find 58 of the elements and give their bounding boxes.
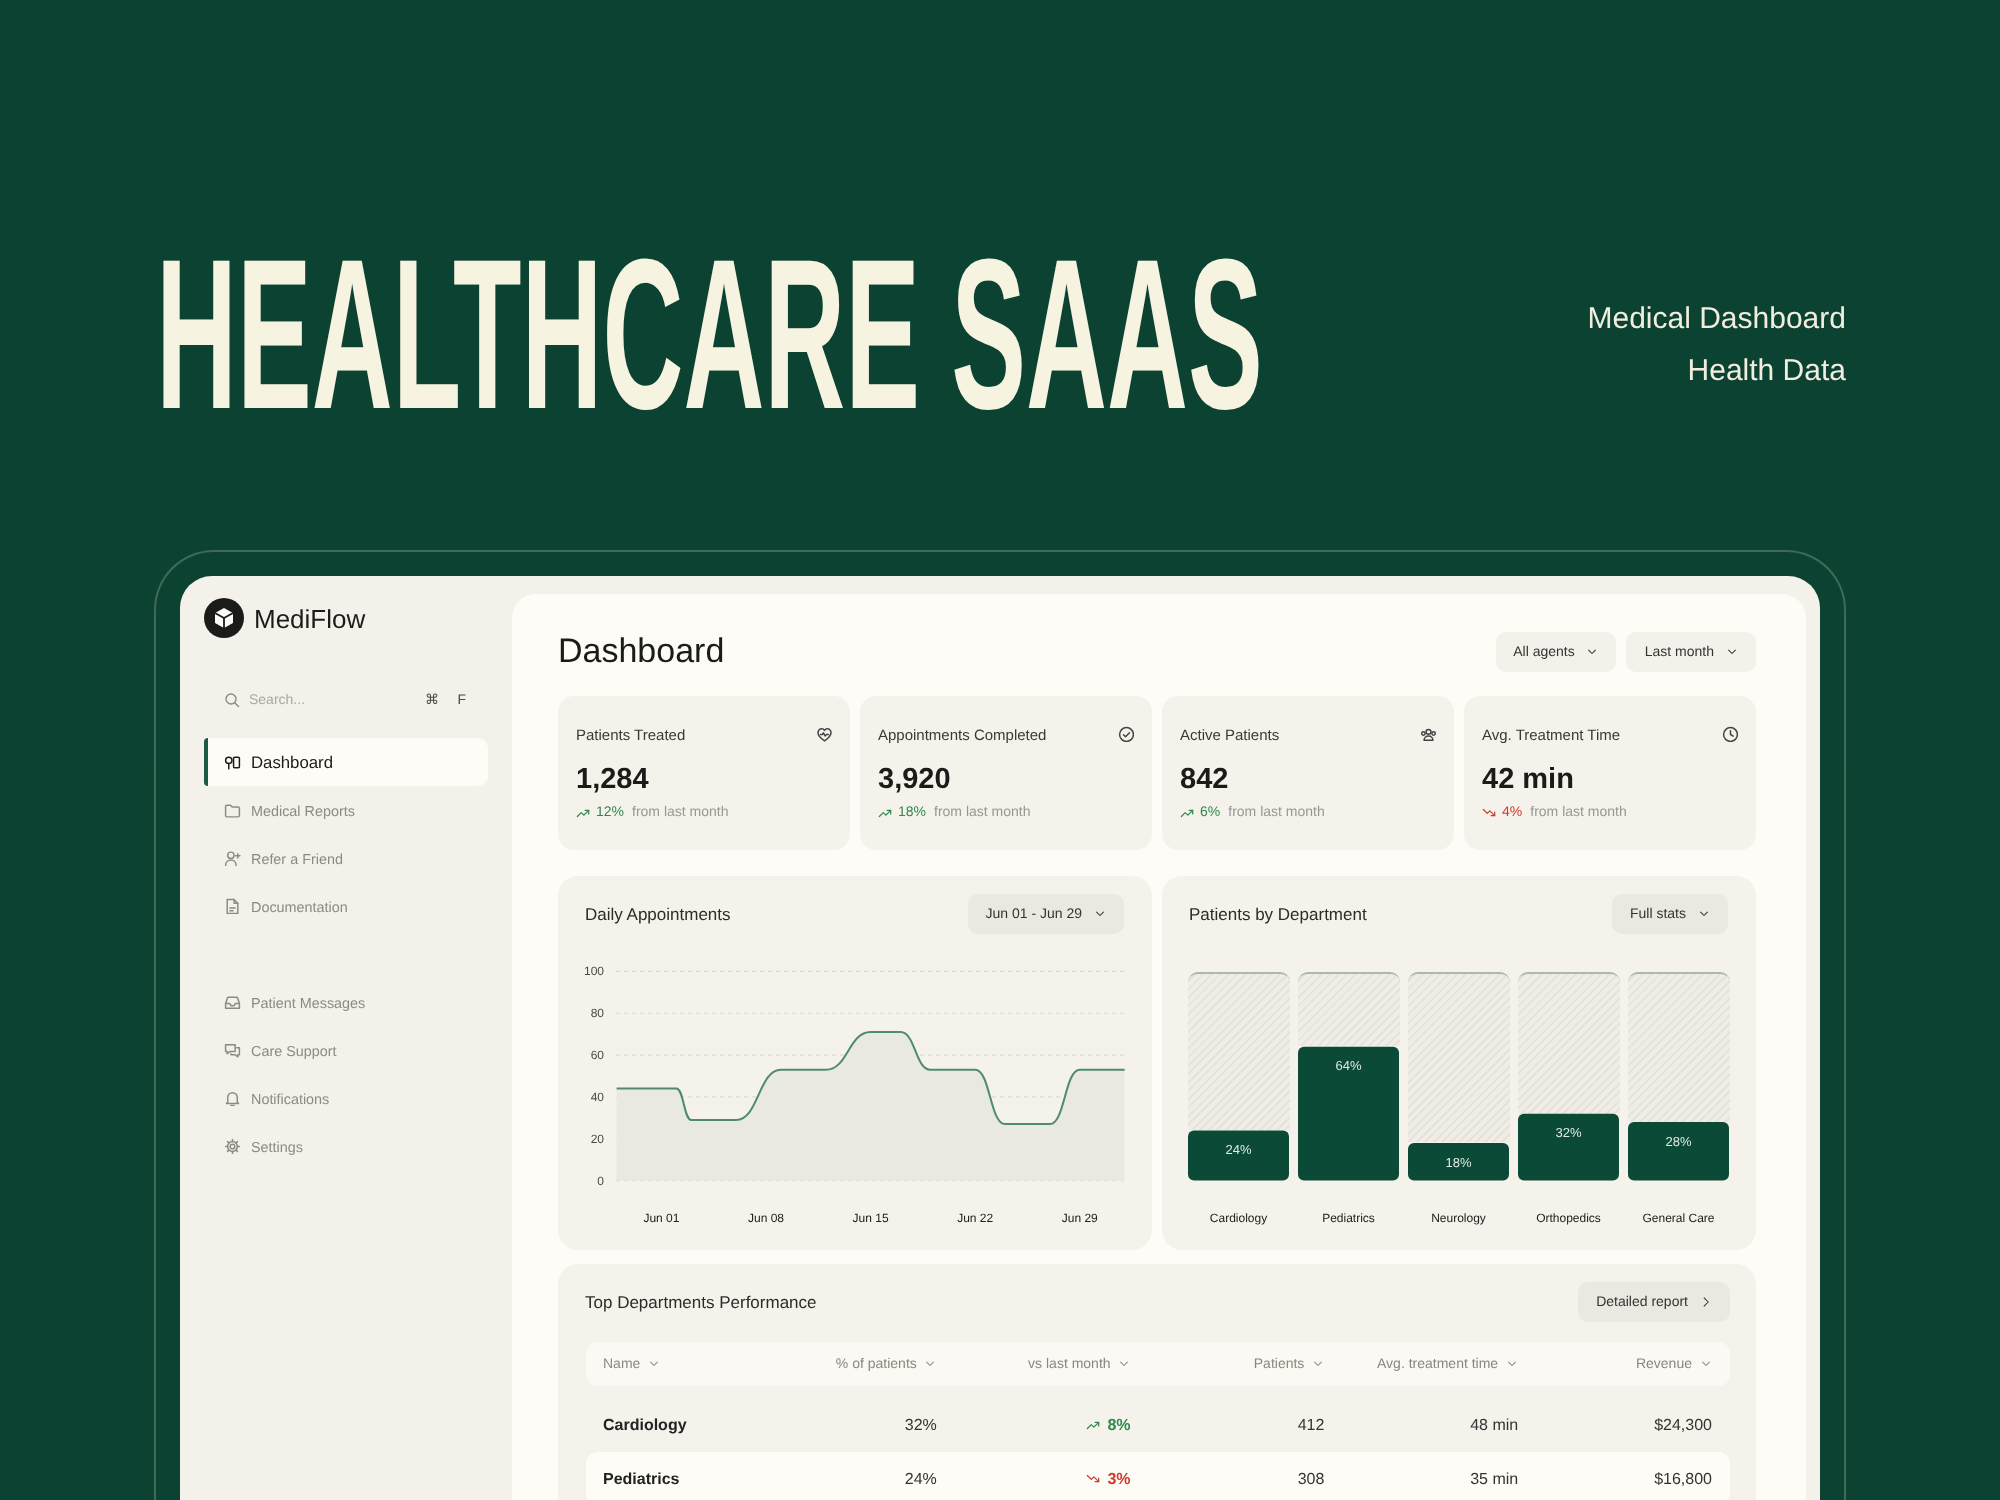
chevron-down-icon [1586, 646, 1599, 658]
user-plus-icon [224, 849, 241, 867]
layout-icon [224, 753, 241, 771]
change-value: 3% [1107, 1470, 1131, 1488]
folder-icon [224, 801, 241, 819]
stat-value: 842 [1180, 762, 1229, 798]
change-value: 8% [1107, 1416, 1131, 1434]
bar [1408, 1142, 1509, 1181]
hero-tag: Health Data [1687, 346, 1846, 398]
clock-icon [1721, 725, 1738, 743]
hero-tag: Medical Dashboard [1587, 294, 1846, 346]
chevron-down-icon [648, 1358, 661, 1370]
table-cell-text: 32% [902, 1416, 937, 1434]
app-name: MediFlow [254, 603, 366, 633]
table-cell-text: $16,800 [1652, 1470, 1712, 1488]
bar [1298, 1046, 1399, 1181]
stat-value: 1,284 [576, 762, 649, 798]
chevron-down-icon [924, 1358, 937, 1370]
chart-title: Patients by Department [1189, 904, 1367, 924]
table-cell-text: Pediatrics [603, 1470, 682, 1488]
chevron-down-icon [1118, 1358, 1131, 1370]
chevron-down-icon [1726, 646, 1738, 658]
table-cell-text: 24% [902, 1470, 937, 1488]
stat-value: 3,920 [878, 762, 951, 798]
document-icon [224, 897, 241, 915]
table-title: Top Departments Performance [585, 1292, 817, 1312]
settings-icon [224, 1137, 241, 1155]
logo-icon [204, 598, 244, 638]
inbox-icon [224, 993, 241, 1011]
chevron-down-icon [1094, 908, 1106, 920]
bell-icon [224, 1089, 241, 1107]
bar [1628, 1122, 1729, 1181]
table-cell-text: Cardiology [603, 1416, 689, 1434]
chart-title: Daily Appointments [585, 904, 731, 924]
stat-value: 42 min [1482, 762, 1574, 798]
table-row[interactable]: Cardiology 32% 8% 412 48 min $24,300 [585, 1398, 1730, 1452]
table-cell-text: 412 [1295, 1416, 1325, 1434]
nav-item[interactable]: Dashboard [204, 738, 488, 786]
table-cell-text: 35 min [1468, 1470, 1519, 1488]
chevron-down-icon [1700, 1358, 1712, 1370]
table-cell-text: 308 [1295, 1470, 1325, 1488]
bar [1518, 1113, 1619, 1181]
chevron-down-icon [1312, 1358, 1325, 1370]
table-cell-text: 48 min [1468, 1416, 1519, 1434]
table-cell-text: $24,300 [1652, 1416, 1712, 1434]
bar [1188, 1130, 1289, 1181]
chevron-down-icon [1506, 1358, 1519, 1370]
users-icon [1419, 725, 1436, 743]
search-icon [223, 692, 239, 708]
chevron-right-icon [1700, 1296, 1712, 1308]
table-row[interactable]: Pediatrics 24% 3% 308 35 min $16,800 [585, 1452, 1730, 1500]
bar-track [1298, 971, 1399, 1047]
page-title: Dashboard [558, 632, 725, 672]
check-circle-icon [1117, 725, 1134, 743]
chat-icon [224, 1041, 241, 1059]
heart-pulse-icon [815, 725, 832, 743]
chevron-down-icon [1698, 908, 1710, 920]
hero-title: HEALTHCARE SAAS [156, 228, 1263, 442]
